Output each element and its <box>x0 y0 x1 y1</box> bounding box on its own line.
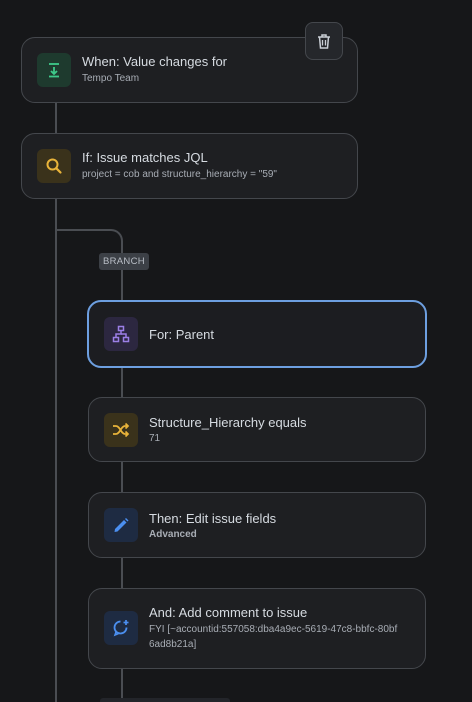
step-title: Structure_Hierarchy equals <box>149 415 307 430</box>
step-subtitle: Advanced <box>149 529 197 540</box>
trigger-subtitle: Tempo Team <box>82 73 140 84</box>
shuffle-icon <box>113 422 130 438</box>
comment-add-icon <box>113 620 129 637</box>
trigger-title: When: Value changes for <box>82 54 228 69</box>
pencil-icon <box>114 518 129 532</box>
connector-branch-4 <box>121 668 123 702</box>
step-subtitle: FYI [~accountid:557058:dba4a9ec-5619-47c… <box>149 624 398 650</box>
step-card[interactable]: Then: Edit issue fields Advanced <box>88 492 426 558</box>
step-icon-box <box>104 508 138 542</box>
step-title: And: Add comment to issue <box>149 605 308 620</box>
connector-trigger-condition <box>55 102 57 134</box>
branch-icon-box <box>104 317 138 351</box>
next-step-stub[interactable] <box>100 698 230 702</box>
condition-icon-box <box>37 149 71 183</box>
connector-branch-3 <box>121 557 123 589</box>
delete-button[interactable] <box>305 22 343 60</box>
download-arrow-icon <box>49 63 59 78</box>
step-card[interactable]: Structure_Hierarchy equals 71 <box>88 397 426 462</box>
condition-card[interactable]: If: Issue matches JQL project = cob and … <box>21 133 358 199</box>
condition-title: If: Issue matches JQL <box>82 150 208 165</box>
trigger-icon-box <box>37 53 71 87</box>
condition-subtitle: project = cob and structure_hierarchy = … <box>82 169 277 180</box>
step-icon-box <box>104 611 138 645</box>
connector-branch-2 <box>121 461 123 493</box>
branch-badge: BRANCH <box>99 253 149 270</box>
step-icon-box <box>104 413 138 447</box>
step-card[interactable]: And: Add comment to issue FYI [~accounti… <box>88 588 426 669</box>
trash-icon <box>318 33 330 49</box>
branch-card[interactable]: For: Parent <box>87 300 427 368</box>
step-title: Then: Edit issue fields <box>149 511 277 526</box>
search-icon <box>46 158 62 174</box>
step-subtitle: 71 <box>149 433 161 444</box>
hierarchy-icon <box>112 325 130 343</box>
connector-branch-1 <box>121 367 123 398</box>
branch-title: For: Parent <box>149 327 215 342</box>
